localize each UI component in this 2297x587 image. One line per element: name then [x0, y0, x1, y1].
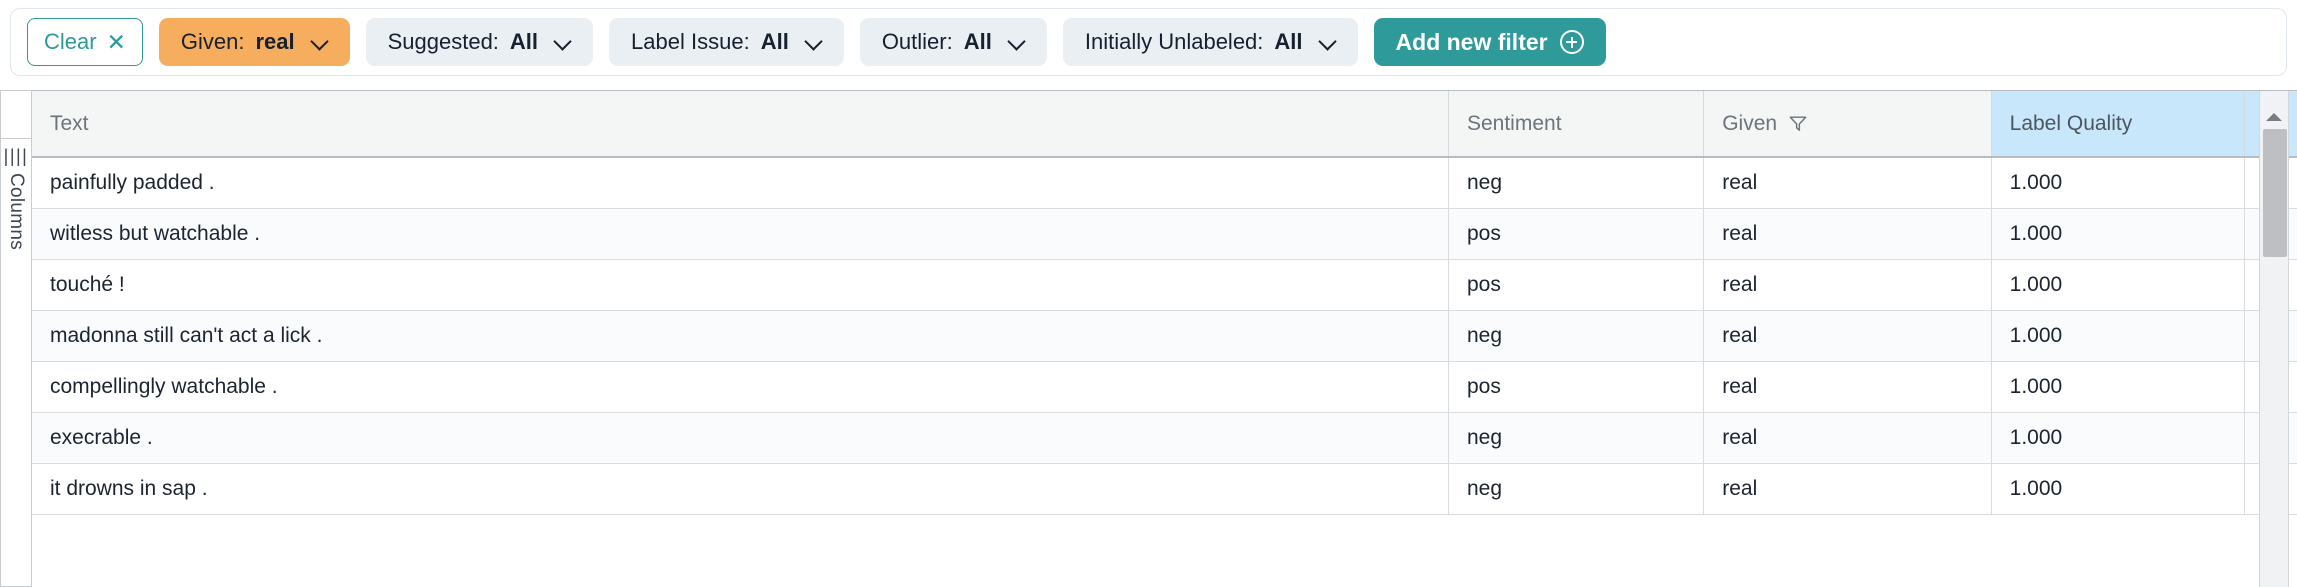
filter-bar: Clear ✕ Given: real Suggested: All Label… — [10, 8, 2287, 76]
table-row[interactable]: compellingly watchable . pos real 1.000 — [32, 361, 2297, 413]
table-row[interactable]: touché ! pos real 1.000 — [32, 259, 2297, 311]
cell-given: real — [1703, 208, 1992, 260]
filter-chip-given-key: Given: — [180, 29, 245, 54]
filter-chip-initially-unlabeled[interactable]: Initially Unlabeled: All — [1062, 18, 1358, 66]
cell-label-quality: 1.000 — [1991, 310, 2245, 362]
cell-given: real — [1703, 463, 1992, 515]
filter-chip-given[interactable]: Given: real — [158, 18, 350, 66]
column-header-sentiment-label: Sentiment — [1466, 111, 1562, 135]
plus-circle-icon — [1559, 30, 1584, 54]
filter-and-table-panel: Clear ✕ Given: real Suggested: All Label… — [0, 0, 2297, 587]
table-row[interactable]: it drowns in sap . neg real 1.000 — [32, 463, 2297, 515]
cell-label-quality: 1.000 — [1991, 208, 2245, 260]
chevron-down-icon — [312, 34, 328, 50]
column-header-sentiment[interactable]: Sentiment — [1448, 91, 1705, 158]
cell-sentiment: neg — [1448, 157, 1705, 209]
column-header-given-label: Given — [1722, 111, 1778, 135]
cell-text: touché ! — [32, 259, 1449, 311]
add-new-filter-button[interactable]: Add new filter — [1373, 18, 1606, 66]
columns-rail-header-spacer — [1, 91, 31, 139]
cell-sentiment: neg — [1448, 463, 1705, 515]
table-header-row: Text Sentiment Given Label Quality — [32, 91, 2297, 158]
cell-sentiment: pos — [1448, 259, 1705, 311]
clear-button-label: Clear — [44, 29, 97, 54]
filter-chip-outlier[interactable]: Outlier: All — [859, 18, 1047, 66]
cell-text: madonna still can't act a lick . — [32, 310, 1449, 362]
cell-sentiment: neg — [1448, 310, 1705, 362]
records-table: Text Sentiment Given Label Quality painf… — [32, 91, 2297, 515]
table-row[interactable]: witless but watchable . pos real 1.000 — [32, 208, 2297, 260]
cell-given: real — [1703, 310, 1992, 362]
cell-sentiment: pos — [1448, 208, 1705, 260]
vertical-scrollbar[interactable] — [2259, 91, 2289, 587]
filter-chip-outlier-value: All — [963, 29, 992, 54]
column-header-text-label: Text — [50, 111, 89, 135]
cell-label-quality: 1.000 — [1991, 259, 2245, 311]
filter-chip-label-issue[interactable]: Label Issue: All — [609, 18, 844, 66]
chevron-down-icon — [1320, 34, 1336, 50]
columns-rail-label: Columns — [6, 173, 27, 251]
filter-chip-initially-unlabeled-key: Initially Unlabeled: — [1084, 29, 1264, 54]
chevron-down-icon — [555, 34, 571, 50]
table-row[interactable]: madonna still can't act a lick . neg rea… — [32, 310, 2297, 362]
cell-text: witless but watchable . — [32, 208, 1449, 260]
table-body: painfully padded . neg real 1.000 witles… — [32, 157, 2297, 515]
table-row[interactable]: painfully padded . neg real 1.000 — [32, 157, 2297, 209]
cell-given: real — [1703, 259, 1992, 311]
data-table-area: |||| Columns Text Sentiment Given Label … — [0, 90, 2297, 587]
cell-sentiment: pos — [1448, 361, 1705, 413]
filter-chip-label-issue-key: Label Issue: — [631, 29, 750, 54]
scrollbar-thumb[interactable] — [2263, 129, 2287, 257]
arrow-up-icon[interactable] — [2266, 113, 2282, 121]
cell-text: compellingly watchable . — [32, 361, 1449, 413]
chevron-down-icon — [1009, 34, 1025, 50]
column-header-text[interactable]: Text — [32, 91, 1449, 158]
cell-label-quality: 1.000 — [1991, 157, 2245, 209]
table-row[interactable]: execrable . neg real 1.000 — [32, 412, 2297, 464]
add-new-filter-label: Add new filter — [1395, 28, 1548, 55]
columns-rail-body[interactable]: |||| Columns — [1, 139, 31, 587]
columns-rail[interactable]: |||| Columns — [0, 90, 32, 587]
filter-chip-given-value: real — [255, 29, 295, 54]
filter-chip-suggested-value: All — [509, 29, 539, 54]
cell-label-quality: 1.000 — [1991, 412, 2245, 464]
cell-given: real — [1703, 412, 1992, 464]
close-icon: ✕ — [106, 28, 126, 55]
cell-given: real — [1703, 361, 1992, 413]
columns-bars-icon: |||| — [3, 146, 29, 166]
filter-chip-suggested-key: Suggested: — [387, 29, 499, 54]
filter-chip-suggested[interactable]: Suggested: All — [365, 18, 594, 66]
filter-chip-label-issue-value: All — [760, 29, 789, 54]
column-header-given[interactable]: Given — [1703, 91, 1992, 158]
grid-wrapper: Text Sentiment Given Label Quality painf… — [32, 90, 2297, 587]
cell-sentiment: neg — [1448, 412, 1705, 464]
cell-text: execrable . — [32, 412, 1449, 464]
cell-label-quality: 1.000 — [1991, 463, 2245, 515]
cell-text: it drowns in sap . — [32, 463, 1449, 515]
columns-toggle[interactable]: |||| Columns — [4, 147, 29, 327]
chevron-down-icon — [806, 34, 822, 50]
column-header-label-quality[interactable]: Label Quality — [1991, 91, 2245, 158]
cell-label-quality: 1.000 — [1991, 361, 2245, 413]
funnel-icon — [1789, 116, 1807, 131]
cell-text: painfully padded . — [32, 157, 1449, 209]
filter-chip-outlier-key: Outlier: — [881, 29, 953, 54]
filter-chip-initially-unlabeled-value: All — [1274, 29, 1303, 54]
column-header-label-quality-label: Label Quality — [2009, 111, 2133, 135]
cell-given: real — [1703, 157, 1992, 209]
clear-filters-button[interactable]: Clear ✕ — [27, 18, 143, 66]
